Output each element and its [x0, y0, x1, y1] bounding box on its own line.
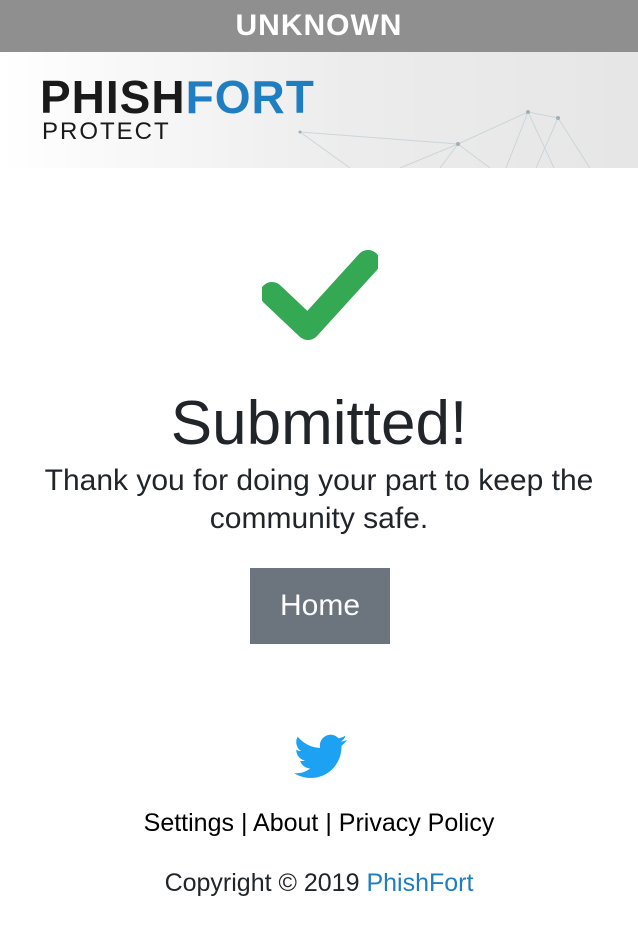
copyright-text: Copyright © 2019 [164, 869, 360, 897]
footer-links: Settings | About | Privacy Policy [0, 806, 638, 840]
home-button[interactable]: Home [250, 568, 390, 644]
privacy-policy-link[interactable]: Privacy Policy [339, 809, 495, 837]
link-separator: | [240, 809, 248, 837]
logo-phish-text: PHISH [40, 71, 186, 123]
thank-you-message: Thank you for doing your part to keep th… [44, 464, 594, 535]
phishfort-link[interactable]: PhishFort [366, 869, 473, 897]
status-bar: UNKNOWN [0, 0, 638, 52]
copyright: Copyright © 2019 PhishFort [0, 866, 638, 900]
phishfort-logo[interactable]: PHISHFORT PROTECT [40, 74, 340, 146]
header-banner: PHISHFORT PROTECT [0, 52, 638, 168]
logo-wordmark: PHISHFORT [40, 74, 315, 120]
logo-subtitle: PROTECT [42, 118, 171, 145]
page-title: Submitted! [170, 389, 468, 458]
twitter-icon [294, 734, 348, 778]
twitter-link[interactable] [294, 734, 348, 780]
settings-link[interactable]: Settings [144, 809, 234, 837]
check-icon [262, 250, 378, 340]
logo-fort-text: FORT [185, 71, 315, 123]
about-link[interactable]: About [253, 809, 318, 837]
status-label: UNKNOWN [235, 9, 403, 42]
link-separator: | [325, 809, 332, 837]
network-decoration [298, 110, 591, 168]
